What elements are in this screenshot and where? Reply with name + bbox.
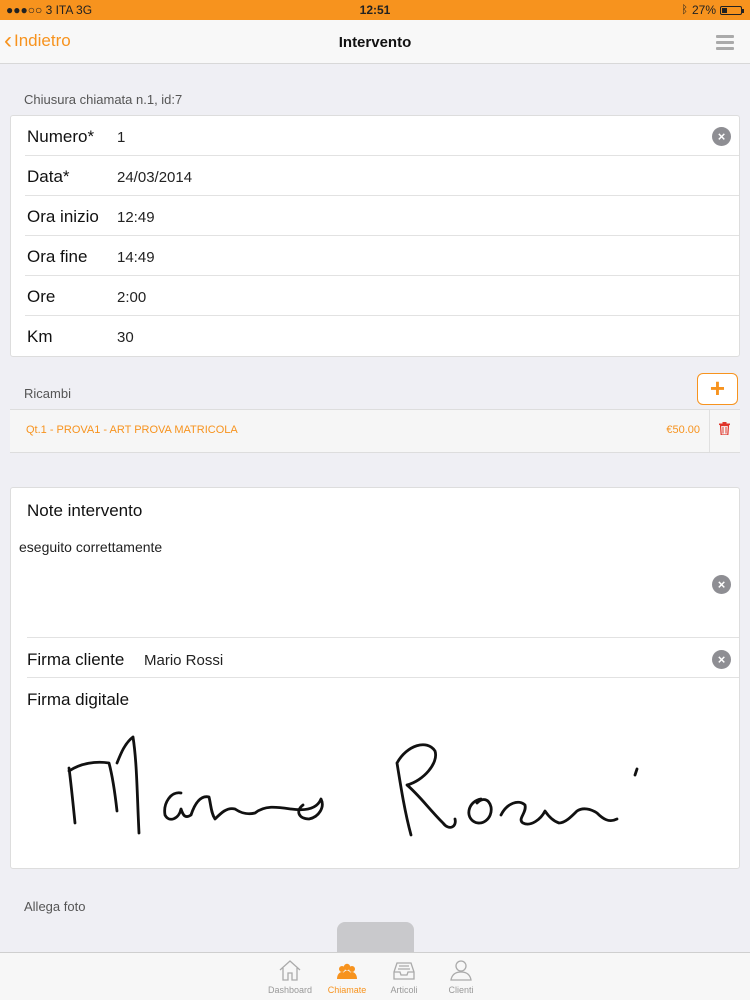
field-value[interactable]: 12:49 — [117, 209, 155, 226]
nav-bar: ‹ Indietro Intervento — [0, 20, 750, 64]
add-ricambio-button[interactable]: + — [697, 373, 738, 405]
tab-label: Chiamate — [327, 985, 367, 995]
trash-icon[interactable] — [719, 422, 730, 440]
clear-icon[interactable]: × — [712, 575, 731, 594]
field-label: Numero* — [27, 127, 95, 146]
tab-label: Clienti — [448, 985, 474, 995]
battery-percent: 27% — [691, 3, 716, 17]
field-label: Ora inizio — [27, 207, 99, 226]
field-ore[interactable]: Ore 2:00 — [25, 276, 739, 316]
field-value[interactable]: 14:49 — [117, 249, 155, 266]
clear-icon[interactable]: × — [712, 127, 731, 146]
field-value[interactable]: 24/03/2014 — [117, 169, 192, 186]
divider — [709, 410, 710, 452]
clock: 12:51 — [359, 3, 391, 17]
home-icon — [279, 960, 301, 981]
divider — [27, 637, 739, 638]
status-right: ᛒ 27% — [681, 3, 744, 17]
tab-label: Dashboard — [267, 985, 313, 995]
intervention-fields-card: Numero* 1 × Data* 24/03/2014 Ora inizio … — [10, 115, 740, 357]
field-label: Km — [27, 327, 53, 346]
field-label: Ora fine — [27, 247, 88, 266]
field-ora-inizio[interactable]: Ora inizio 12:49 — [25, 196, 739, 236]
battery-level — [722, 7, 727, 13]
ricambi-label: Ricambi — [24, 386, 71, 401]
signature-pad[interactable] — [51, 723, 651, 853]
field-data[interactable]: Data* 24/03/2014 — [25, 156, 739, 196]
divider — [27, 677, 739, 678]
clear-icon[interactable]: × — [712, 650, 731, 669]
notes-signature-card: Note intervento eseguito correttamente ×… — [10, 487, 740, 869]
tab-bar: Dashboard Chiamate Articoli Clienti — [0, 952, 750, 1000]
field-value[interactable]: 2:00 — [117, 289, 146, 306]
field-value[interactable]: 30 — [117, 329, 134, 346]
ricambio-item[interactable]: Qt.1 - PROVA1 - ART PROVA MATRICOLA €50.… — [10, 409, 740, 453]
tab-label: Articoli — [390, 985, 418, 995]
firma-cliente-field[interactable]: Mario Rossi — [144, 652, 223, 669]
tab-chiamate[interactable]: Chiamate — [317, 957, 377, 995]
tab-clienti[interactable]: Clienti — [431, 957, 491, 995]
status-bar: ●●●○○ 3 ITA 3G 12:51 ᛒ 27% — [0, 0, 750, 20]
closing-section-label: Chiusura chiamata n.1, id:7 — [24, 92, 183, 107]
person-icon — [450, 960, 472, 981]
bluetooth-icon: ᛒ — [681, 4, 688, 16]
page-title: Intervento — [338, 34, 412, 51]
ricambio-description: Qt.1 - PROVA1 - ART PROVA MATRICOLA — [26, 424, 238, 436]
photo-drawer-handle[interactable] — [337, 922, 414, 952]
notes-textarea[interactable]: eseguito correttamente — [19, 539, 162, 555]
field-label: Data* — [27, 167, 70, 186]
firma-digitale-label: Firma digitale — [27, 690, 130, 709]
field-label: Ore — [27, 287, 56, 306]
tray-icon — [393, 962, 415, 980]
field-value[interactable]: 1 — [117, 129, 125, 146]
field-ora-fine[interactable]: Ora fine 14:49 — [25, 236, 739, 276]
firma-cliente-label: Firma cliente — [27, 650, 125, 669]
people-icon — [337, 963, 357, 979]
notes-title: Note intervento — [27, 501, 143, 520]
field-numero[interactable]: Numero* 1 × — [25, 116, 739, 156]
battery-icon — [720, 5, 744, 15]
tab-dashboard[interactable]: Dashboard — [260, 957, 320, 995]
allega-foto-label: Allega foto — [24, 899, 86, 914]
menu-icon[interactable] — [716, 35, 734, 50]
ricambio-price: €50.00 — [666, 424, 700, 436]
field-km[interactable]: Km 30 — [25, 316, 739, 356]
tab-articoli[interactable]: Articoli — [374, 957, 434, 995]
